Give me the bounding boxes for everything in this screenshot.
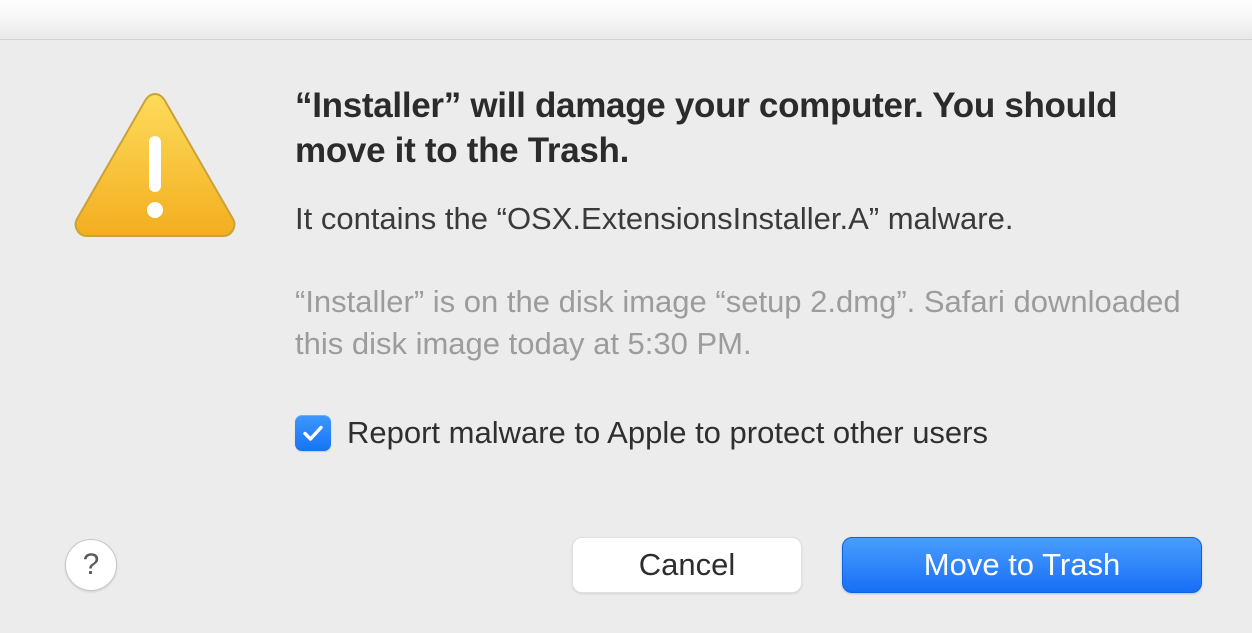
warning-triangle-icon: [70, 88, 240, 243]
report-checkbox-label[interactable]: Report malware to Apple to protect other…: [347, 415, 988, 451]
checkmark-icon: [301, 421, 325, 445]
help-button[interactable]: ?: [65, 539, 117, 591]
dialog-button-row: ? Cancel Move to Trash: [65, 537, 1202, 593]
dialog-top-row: “Installer” will damage your computer. Y…: [65, 80, 1202, 451]
dialog-detail: “Installer” is on the disk image “setup …: [295, 281, 1202, 365]
dialog-title: “Installer” will damage your computer. Y…: [295, 84, 1202, 174]
move-to-trash-button[interactable]: Move to Trash: [842, 537, 1202, 593]
dialog-content: “Installer” will damage your computer. Y…: [295, 80, 1202, 451]
report-checkbox-row[interactable]: Report malware to Apple to protect other…: [295, 415, 1202, 451]
report-checkbox[interactable]: [295, 415, 331, 451]
cancel-button[interactable]: Cancel: [572, 537, 802, 593]
warning-icon-container: [65, 80, 245, 243]
dialog-subtitle: It contains the “OSX.ExtensionsInstaller…: [295, 198, 1202, 240]
dialog-body: “Installer” will damage your computer. Y…: [0, 40, 1252, 633]
window-chrome: [0, 0, 1252, 40]
